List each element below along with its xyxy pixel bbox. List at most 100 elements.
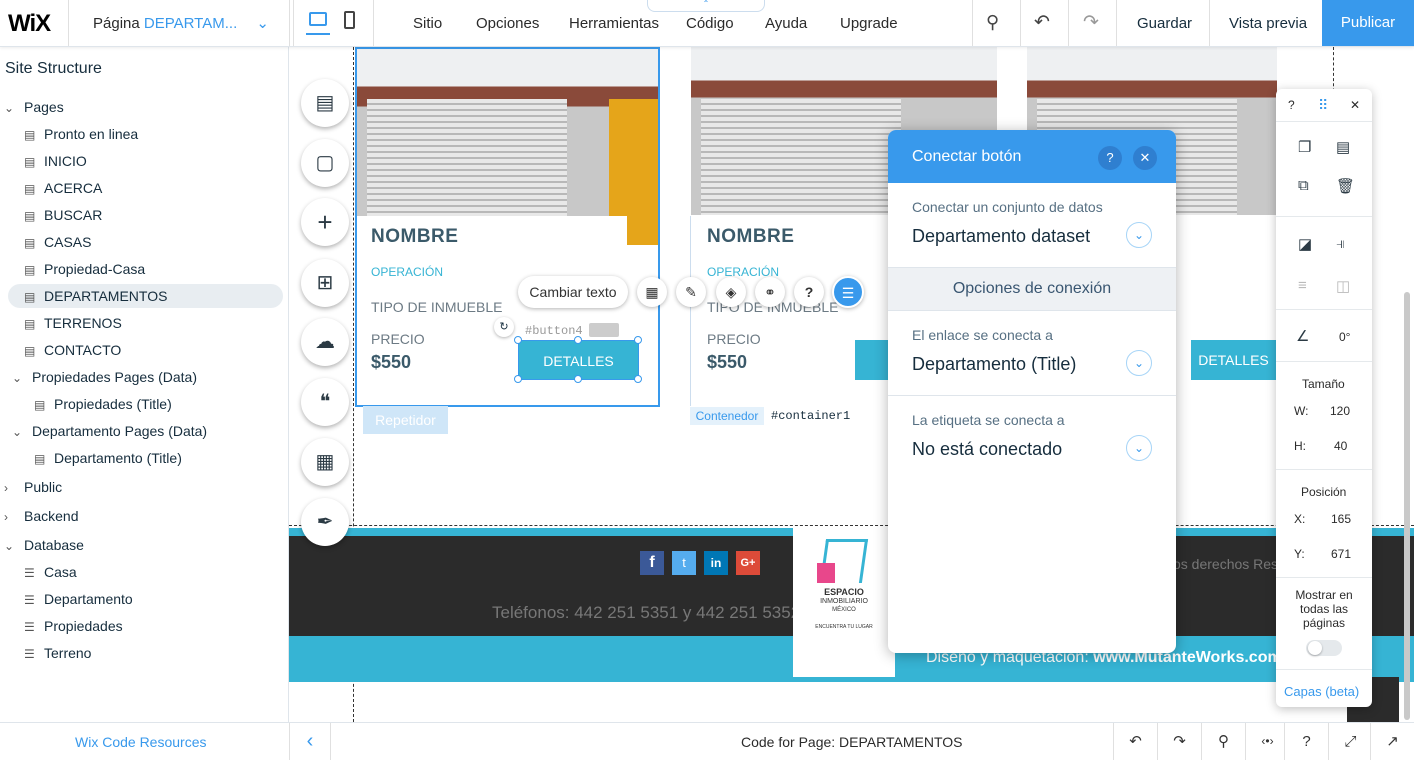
- tree-collection[interactable]: ☰ Terreno: [24, 645, 91, 661]
- code-panel-toggle-icon[interactable]: ⌃: [647, 0, 765, 12]
- distribute-icon[interactable]: ≡: [1298, 277, 1307, 294]
- help-icon[interactable]: ?: [794, 277, 824, 307]
- blog-pen-icon[interactable]: ✒: [301, 498, 349, 546]
- background-icon[interactable]: ▢: [301, 139, 349, 187]
- googleplus-icon[interactable]: G+: [736, 551, 760, 575]
- height-input[interactable]: 40: [1334, 439, 1347, 453]
- add-icon[interactable]: +: [301, 198, 349, 246]
- menu-codigo[interactable]: Código: [686, 15, 734, 32]
- tree-page-item[interactable]: ▤ INICIO: [24, 153, 87, 169]
- width-input[interactable]: 120: [1330, 404, 1350, 418]
- page-selector[interactable]: Página DEPARTAM... ⌄: [68, 0, 290, 46]
- resize-handle[interactable]: [634, 375, 642, 383]
- bookings-icon[interactable]: ▦: [301, 438, 349, 486]
- upload-icon[interactable]: ☁: [301, 318, 349, 366]
- close-icon[interactable]: ✕: [1350, 98, 1360, 112]
- close-icon[interactable]: ✕: [1133, 146, 1157, 170]
- editor-canvas[interactable]: NOMBRE OPERACIÓN TIPO DE INMUEBLE PRECIO…: [289, 47, 1414, 722]
- canvas-scrollbar[interactable]: [1404, 292, 1410, 720]
- mobile-view-icon[interactable]: [344, 11, 355, 29]
- menu-upgrade[interactable]: Upgrade: [840, 15, 898, 32]
- details-button[interactable]: [855, 340, 888, 380]
- link-icon[interactable]: ⚭: [755, 277, 785, 307]
- tree-page-item[interactable]: ▤ Pronto en linea: [24, 126, 138, 142]
- link-select[interactable]: Departamento (Title): [912, 354, 1076, 375]
- label-select[interactable]: No está conectado: [912, 439, 1062, 460]
- chevron-down-icon[interactable]: ⌄: [1126, 222, 1152, 248]
- popout-icon[interactable]: ↗: [1370, 723, 1414, 760]
- copy-icon[interactable]: ❐: [1298, 138, 1311, 156]
- help-icon[interactable]: ?: [1288, 98, 1295, 112]
- preview-button[interactable]: Vista previa: [1229, 15, 1307, 32]
- wix-code-resources-link[interactable]: Wix Code Resources: [75, 734, 207, 750]
- arrange-icon[interactable]: ◪: [1298, 235, 1312, 253]
- connect-data-icon[interactable]: ☰: [832, 276, 864, 308]
- resize-handle[interactable]: [514, 336, 522, 344]
- chat-icon[interactable]: ❝: [301, 378, 349, 426]
- resize-handle[interactable]: [634, 336, 642, 344]
- design-brush-icon[interactable]: ✎: [676, 277, 706, 307]
- resize-handle[interactable]: [574, 375, 582, 383]
- tree-page-item[interactable]: ▤ CASAS: [24, 234, 91, 250]
- facebook-icon[interactable]: f: [640, 551, 664, 575]
- x-input[interactable]: 165: [1331, 512, 1351, 526]
- layout-icon[interactable]: ▦: [637, 277, 667, 307]
- pages-icon[interactable]: ▤: [301, 79, 349, 127]
- tree-page-item[interactable]: ▤ TERRENOS: [24, 315, 122, 331]
- redo-icon[interactable]: ↷: [1157, 723, 1201, 760]
- tree-collection[interactable]: ☰ Casa: [24, 564, 77, 580]
- zoom-icon[interactable]: ⚲: [986, 12, 999, 33]
- menu-opciones[interactable]: Opciones: [476, 15, 539, 32]
- tree-pages[interactable]: ⌄ Pages: [4, 99, 64, 115]
- tree-database[interactable]: ⌄ Database: [4, 537, 84, 553]
- expand-icon[interactable]: ⤢: [1328, 723, 1372, 760]
- tree-page-item[interactable]: ▤ ACERCA: [24, 180, 102, 196]
- rotate-angle-icon[interactable]: ∠: [1296, 327, 1309, 345]
- menu-ayuda[interactable]: Ayuda: [765, 15, 807, 32]
- apps-icon[interactable]: ⊞: [301, 259, 349, 307]
- paste-icon[interactable]: ▤: [1336, 138, 1350, 156]
- layers-link[interactable]: Capas (beta): [1284, 684, 1359, 699]
- undo-icon[interactable]: ↶: [1034, 11, 1050, 34]
- tree-dynamic-group[interactable]: ⌄ Departamento Pages (Data): [12, 423, 207, 439]
- tree-collection[interactable]: ☰ Propiedades: [24, 618, 123, 634]
- change-text-button[interactable]: Cambiar texto: [518, 276, 628, 308]
- help-icon[interactable]: ?: [1098, 146, 1122, 170]
- help-icon[interactable]: ?: [1284, 723, 1328, 760]
- resize-handle[interactable]: [514, 375, 522, 383]
- menu-herramientas[interactable]: Herramientas: [569, 15, 659, 32]
- drag-handle-icon[interactable]: ⠿: [1318, 97, 1328, 114]
- publish-button[interactable]: Publicar: [1322, 0, 1414, 46]
- undo-icon[interactable]: ↶: [1113, 723, 1157, 760]
- linkedin-icon[interactable]: in: [704, 551, 728, 575]
- code-icon[interactable]: ‹•›: [1245, 723, 1289, 760]
- tree-dynamic-group[interactable]: ⌄ Propiedades Pages (Data): [12, 369, 197, 385]
- tree-page-item-selected[interactable]: ▤ DEPARTAMENTOS: [24, 288, 167, 304]
- rotate-icon[interactable]: ↻: [494, 317, 514, 337]
- y-input[interactable]: 671: [1331, 547, 1351, 561]
- tree-page-item[interactable]: ▤ BUSCAR: [24, 207, 102, 223]
- collapse-left-icon[interactable]: ‹: [289, 723, 331, 760]
- align-icon[interactable]: ⫣: [1336, 235, 1345, 252]
- resize-handle[interactable]: [574, 336, 582, 344]
- redo-icon[interactable]: ↷: [1083, 11, 1099, 34]
- tree-page-item[interactable]: ▤ Propiedad-Casa: [24, 261, 145, 277]
- match-size-icon[interactable]: ◫: [1336, 277, 1350, 295]
- chevron-down-icon[interactable]: ⌄: [1126, 350, 1152, 376]
- tree-page-item[interactable]: ▤ Propiedades (Title): [34, 396, 172, 412]
- tree-page-item[interactable]: ▤ Departamento (Title): [34, 450, 182, 466]
- tree-backend[interactable]: › Backend: [4, 508, 78, 524]
- twitter-icon[interactable]: t: [672, 551, 696, 575]
- desktop-view-icon[interactable]: [309, 12, 327, 26]
- save-button[interactable]: Guardar: [1137, 15, 1192, 32]
- details-button-selected[interactable]: DETALLES: [518, 340, 639, 380]
- details-button[interactable]: DETALLES: [1191, 340, 1276, 380]
- repeater-label[interactable]: Repetidor: [363, 406, 448, 434]
- tree-public[interactable]: › Public: [4, 479, 62, 495]
- chevron-down-icon[interactable]: ⌄: [1126, 435, 1152, 461]
- dataset-select[interactable]: Departamento dataset: [912, 226, 1090, 247]
- menu-sitio[interactable]: Sitio: [413, 15, 442, 32]
- tree-collection[interactable]: ☰ Departamento: [24, 591, 133, 607]
- animation-icon[interactable]: ◈: [716, 277, 746, 307]
- duplicate-icon[interactable]: ⧉: [1298, 177, 1309, 194]
